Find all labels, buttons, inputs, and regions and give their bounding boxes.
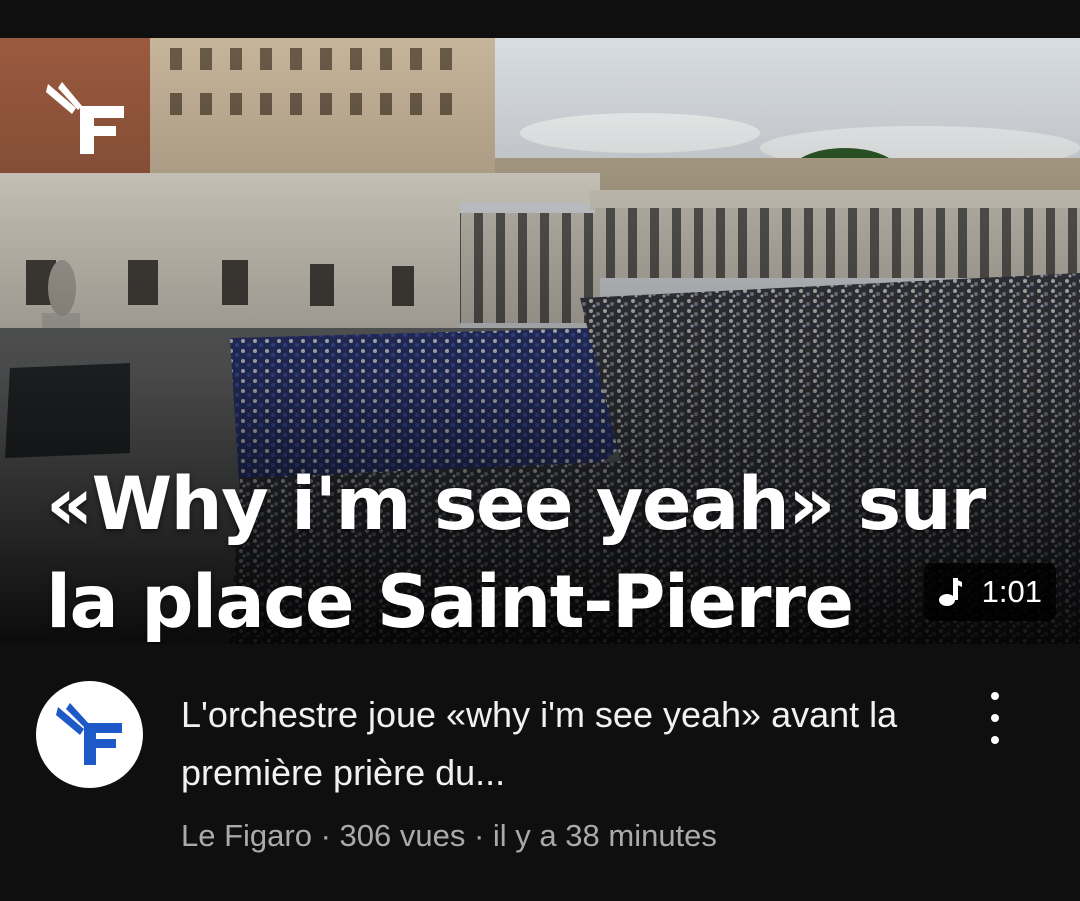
separator: · bbox=[465, 818, 493, 853]
duration-badge: 1:01 bbox=[923, 563, 1056, 621]
figaro-logo-icon bbox=[55, 702, 122, 765]
upload-age: il y a 38 minutes bbox=[492, 818, 717, 853]
vertical-dots-icon[interactable] bbox=[975, 692, 1015, 744]
video-thumbnail[interactable]: «Why i'm see yeah» sur la place Saint-Pi… bbox=[0, 38, 1080, 644]
music-note-icon bbox=[938, 578, 962, 606]
channel-avatar[interactable] bbox=[36, 681, 143, 788]
video-title[interactable]: L'orchestre joue «why i'm see yeah» avan… bbox=[181, 686, 941, 802]
channel-name[interactable]: Le Figaro bbox=[181, 818, 312, 853]
separator: · bbox=[311, 818, 340, 853]
video-metadata: Le Figaro · 306 vues · il y a 38 minutes bbox=[181, 818, 717, 854]
view-count: 306 vues bbox=[339, 818, 466, 853]
video-details: L'orchestre joue «why i'm see yeah» avan… bbox=[0, 644, 1080, 901]
thumbnail-headline: «Why i'm see yeah» sur la place Saint-Pi… bbox=[46, 462, 986, 644]
duration-text: 1:01 bbox=[981, 574, 1042, 609]
figaro-logo-icon bbox=[46, 82, 124, 154]
